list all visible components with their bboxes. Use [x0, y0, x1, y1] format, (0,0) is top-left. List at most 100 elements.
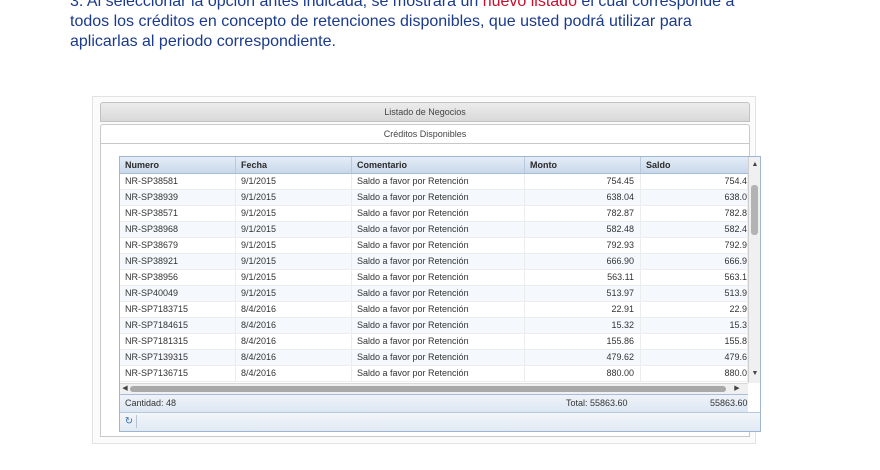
table-row[interactable]: NR-SP7183715 8/4/2016 Saldo a favor por Re… — [120, 302, 748, 318]
table-cell-numero: NR-SP7139315 — [120, 350, 236, 365]
column-header-comentario[interactable]: Comentario — [352, 157, 525, 173]
panel-header-listado-negocios[interactable]: Listado de Negocios — [100, 102, 750, 122]
table-cell-saldo: 880.0 — [641, 366, 748, 381]
table-cell-numero: NR-SP38939 — [120, 190, 236, 205]
table-cell-fecha: 8/4/2016 — [236, 366, 352, 381]
refresh-icon[interactable]: ↻ — [122, 415, 137, 428]
table-cell-saldo: 479.6 — [641, 350, 748, 365]
app-screenshot: Listado de Negocios Créditos Disponibles… — [92, 96, 761, 444]
scroll-right-icon[interactable]: ▶ — [732, 384, 742, 394]
table-cell-saldo: 155.8 — [641, 334, 748, 349]
table-row[interactable]: NR-SP38921 9/1/2015 Saldo a favor por Rete… — [120, 254, 748, 270]
grid-summary: Cantidad: 48 Total: 55863.60 55863.60 — [120, 394, 748, 412]
creditos-panel: Numero Fecha Comentario Monto Saldo NR-S… — [100, 144, 761, 437]
table-cell-fecha: 9/1/2015 — [236, 206, 352, 221]
table-row[interactable]: NR-SP7136715 8/4/2016 Saldo a favor por Re… — [120, 366, 748, 382]
table-cell-fecha: 9/1/2015 — [236, 190, 352, 205]
table-cell-comentario: Saldo a favor por Retención — [352, 366, 525, 381]
table-cell-saldo: 582.4 — [641, 222, 748, 237]
column-header-monto[interactable]: Monto — [525, 157, 641, 173]
table-row[interactable]: NR-SP7184615 8/4/2016 Saldo a favor por Re… — [120, 318, 748, 334]
instruction-line-1: 3. Al seleccionar la opción antes indica… — [70, 0, 850, 12]
table-cell-comentario: Saldo a favor por Retención — [352, 318, 525, 333]
table-cell-comentario: Saldo a favor por Retención — [352, 222, 525, 237]
vertical-scrollbar[interactable]: ▲ ▼ — [748, 157, 760, 383]
table-cell-comentario: Saldo a favor por Retención — [352, 270, 525, 285]
table-cell-numero: NR-SP40049 — [120, 286, 236, 301]
instruction-line-1-end: el cual corresponde a — [576, 0, 735, 10]
table-cell-monto: 479.62 — [525, 350, 641, 365]
table-row[interactable]: NR-SP38956 9/1/2015 Saldo a favor por Rete… — [120, 270, 748, 286]
creditos-grid: Numero Fecha Comentario Monto Saldo NR-S… — [119, 156, 761, 432]
table-cell-monto: 754.45 — [525, 174, 641, 189]
column-header-saldo[interactable]: Saldo — [641, 157, 748, 173]
vertical-scroll-thumb[interactable] — [751, 185, 758, 235]
table-row[interactable]: NR-SP38581 9/1/2015 Saldo a favor por Rete… — [120, 174, 748, 190]
table-cell-saldo: 754.4 — [641, 174, 748, 189]
table-cell-monto: 22.91 — [525, 302, 641, 317]
table-row[interactable]: NR-SP40049 9/1/2015 Saldo a favor por Rete… — [120, 286, 748, 302]
instruction-line-3: aplicarlas al periodo correspondiente. — [70, 33, 336, 50]
panel-header-creditos-disponibles[interactable]: Créditos Disponibles — [100, 124, 750, 144]
table-cell-numero: NR-SP38679 — [120, 238, 236, 253]
column-header-fecha[interactable]: Fecha — [236, 157, 352, 173]
scroll-down-icon[interactable]: ▼ — [749, 369, 760, 379]
table-cell-fecha: 9/1/2015 — [236, 222, 352, 237]
table-row[interactable]: NR-SP7181315 8/4/2016 Saldo a favor por Re… — [120, 334, 748, 350]
table-row[interactable]: NR-SP38968 9/1/2015 Saldo a favor por Rete… — [120, 222, 748, 238]
instruction-line-1-start: 3. Al seleccionar la opción antes indica… — [70, 0, 483, 10]
grid-body: NR-SP38581 9/1/2015 Saldo a favor por Rete… — [120, 174, 748, 383]
table-cell-comentario: Saldo a favor por Retención — [352, 174, 525, 189]
table-cell-saldo: 22.9 — [641, 302, 748, 317]
table-cell-fecha: 8/4/2016 — [236, 350, 352, 365]
table-cell-fecha: 9/1/2015 — [236, 174, 352, 189]
table-cell-saldo: 792.9 — [641, 238, 748, 253]
table-cell-numero: NR-SP38581 — [120, 174, 236, 189]
table-cell-saldo: 666.9 — [641, 254, 748, 269]
table-cell-monto: 513.97 — [525, 286, 641, 301]
table-cell-comentario: Saldo a favor por Retención — [352, 254, 525, 269]
table-cell-numero: NR-SP7183715 — [120, 302, 236, 317]
table-cell-numero: NR-SP7181315 — [120, 334, 236, 349]
table-cell-monto: 782.87 — [525, 206, 641, 221]
horizontal-scroll-thumb[interactable] — [130, 386, 726, 392]
grid-header: Numero Fecha Comentario Monto Saldo — [120, 157, 748, 174]
table-cell-saldo: 15.3 — [641, 318, 748, 333]
table-cell-monto: 15.32 — [525, 318, 641, 333]
table-cell-fecha: 8/4/2016 — [236, 334, 352, 349]
table-cell-fecha: 9/1/2015 — [236, 238, 352, 253]
table-cell-fecha: 8/4/2016 — [236, 318, 352, 333]
table-cell-numero: NR-SP7136715 — [120, 366, 236, 381]
scroll-up-icon[interactable]: ▲ — [749, 160, 760, 170]
table-cell-comentario: Saldo a favor por Retención — [352, 238, 525, 253]
cantidad-label: Cantidad: 48 — [125, 398, 177, 408]
table-cell-comentario: Saldo a favor por Retención — [352, 350, 525, 365]
table-row[interactable]: NR-SP38939 9/1/2015 Saldo a favor por Rete… — [120, 190, 748, 206]
table-cell-saldo: 563.1 — [641, 270, 748, 285]
instruction-line-2: todos los créditos en concepto de retenc… — [70, 13, 692, 30]
table-cell-comentario: Saldo a favor por Retención — [352, 190, 525, 205]
column-header-numero[interactable]: Numero — [120, 157, 236, 173]
scroll-left-icon[interactable]: ◀ — [120, 384, 130, 394]
table-cell-monto: 638.04 — [525, 190, 641, 205]
grid-toolbar: ↻ — [120, 412, 760, 431]
table-row[interactable]: NR-SP38679 9/1/2015 Saldo a favor por Rete… — [120, 238, 748, 254]
table-cell-saldo: 638.0 — [641, 190, 748, 205]
table-cell-monto: 155.86 — [525, 334, 641, 349]
table-cell-numero: NR-SP38956 — [120, 270, 236, 285]
table-row[interactable]: NR-SP38571 9/1/2015 Saldo a favor por Rete… — [120, 206, 748, 222]
table-cell-fecha: 8/4/2016 — [236, 302, 352, 317]
table-cell-numero: NR-SP38921 — [120, 254, 236, 269]
table-cell-comentario: Saldo a favor por Retención — [352, 286, 525, 301]
table-cell-monto: 582.48 — [525, 222, 641, 237]
table-row[interactable]: NR-SP7139315 8/4/2016 Saldo a favor por Re… — [120, 350, 748, 366]
table-cell-monto: 563.11 — [525, 270, 641, 285]
instruction-text: 3. Al seleccionar la opción antes indica… — [70, 0, 850, 52]
table-cell-monto: 792.93 — [525, 238, 641, 253]
table-cell-fecha: 9/1/2015 — [236, 286, 352, 301]
table-cell-comentario: Saldo a favor por Retención — [352, 334, 525, 349]
table-cell-saldo: 782.8 — [641, 206, 748, 221]
horizontal-scrollbar[interactable]: ◀ ▶ — [120, 383, 748, 394]
table-cell-numero: NR-SP7184615 — [120, 318, 236, 333]
table-cell-monto: 880.00 — [525, 366, 641, 381]
